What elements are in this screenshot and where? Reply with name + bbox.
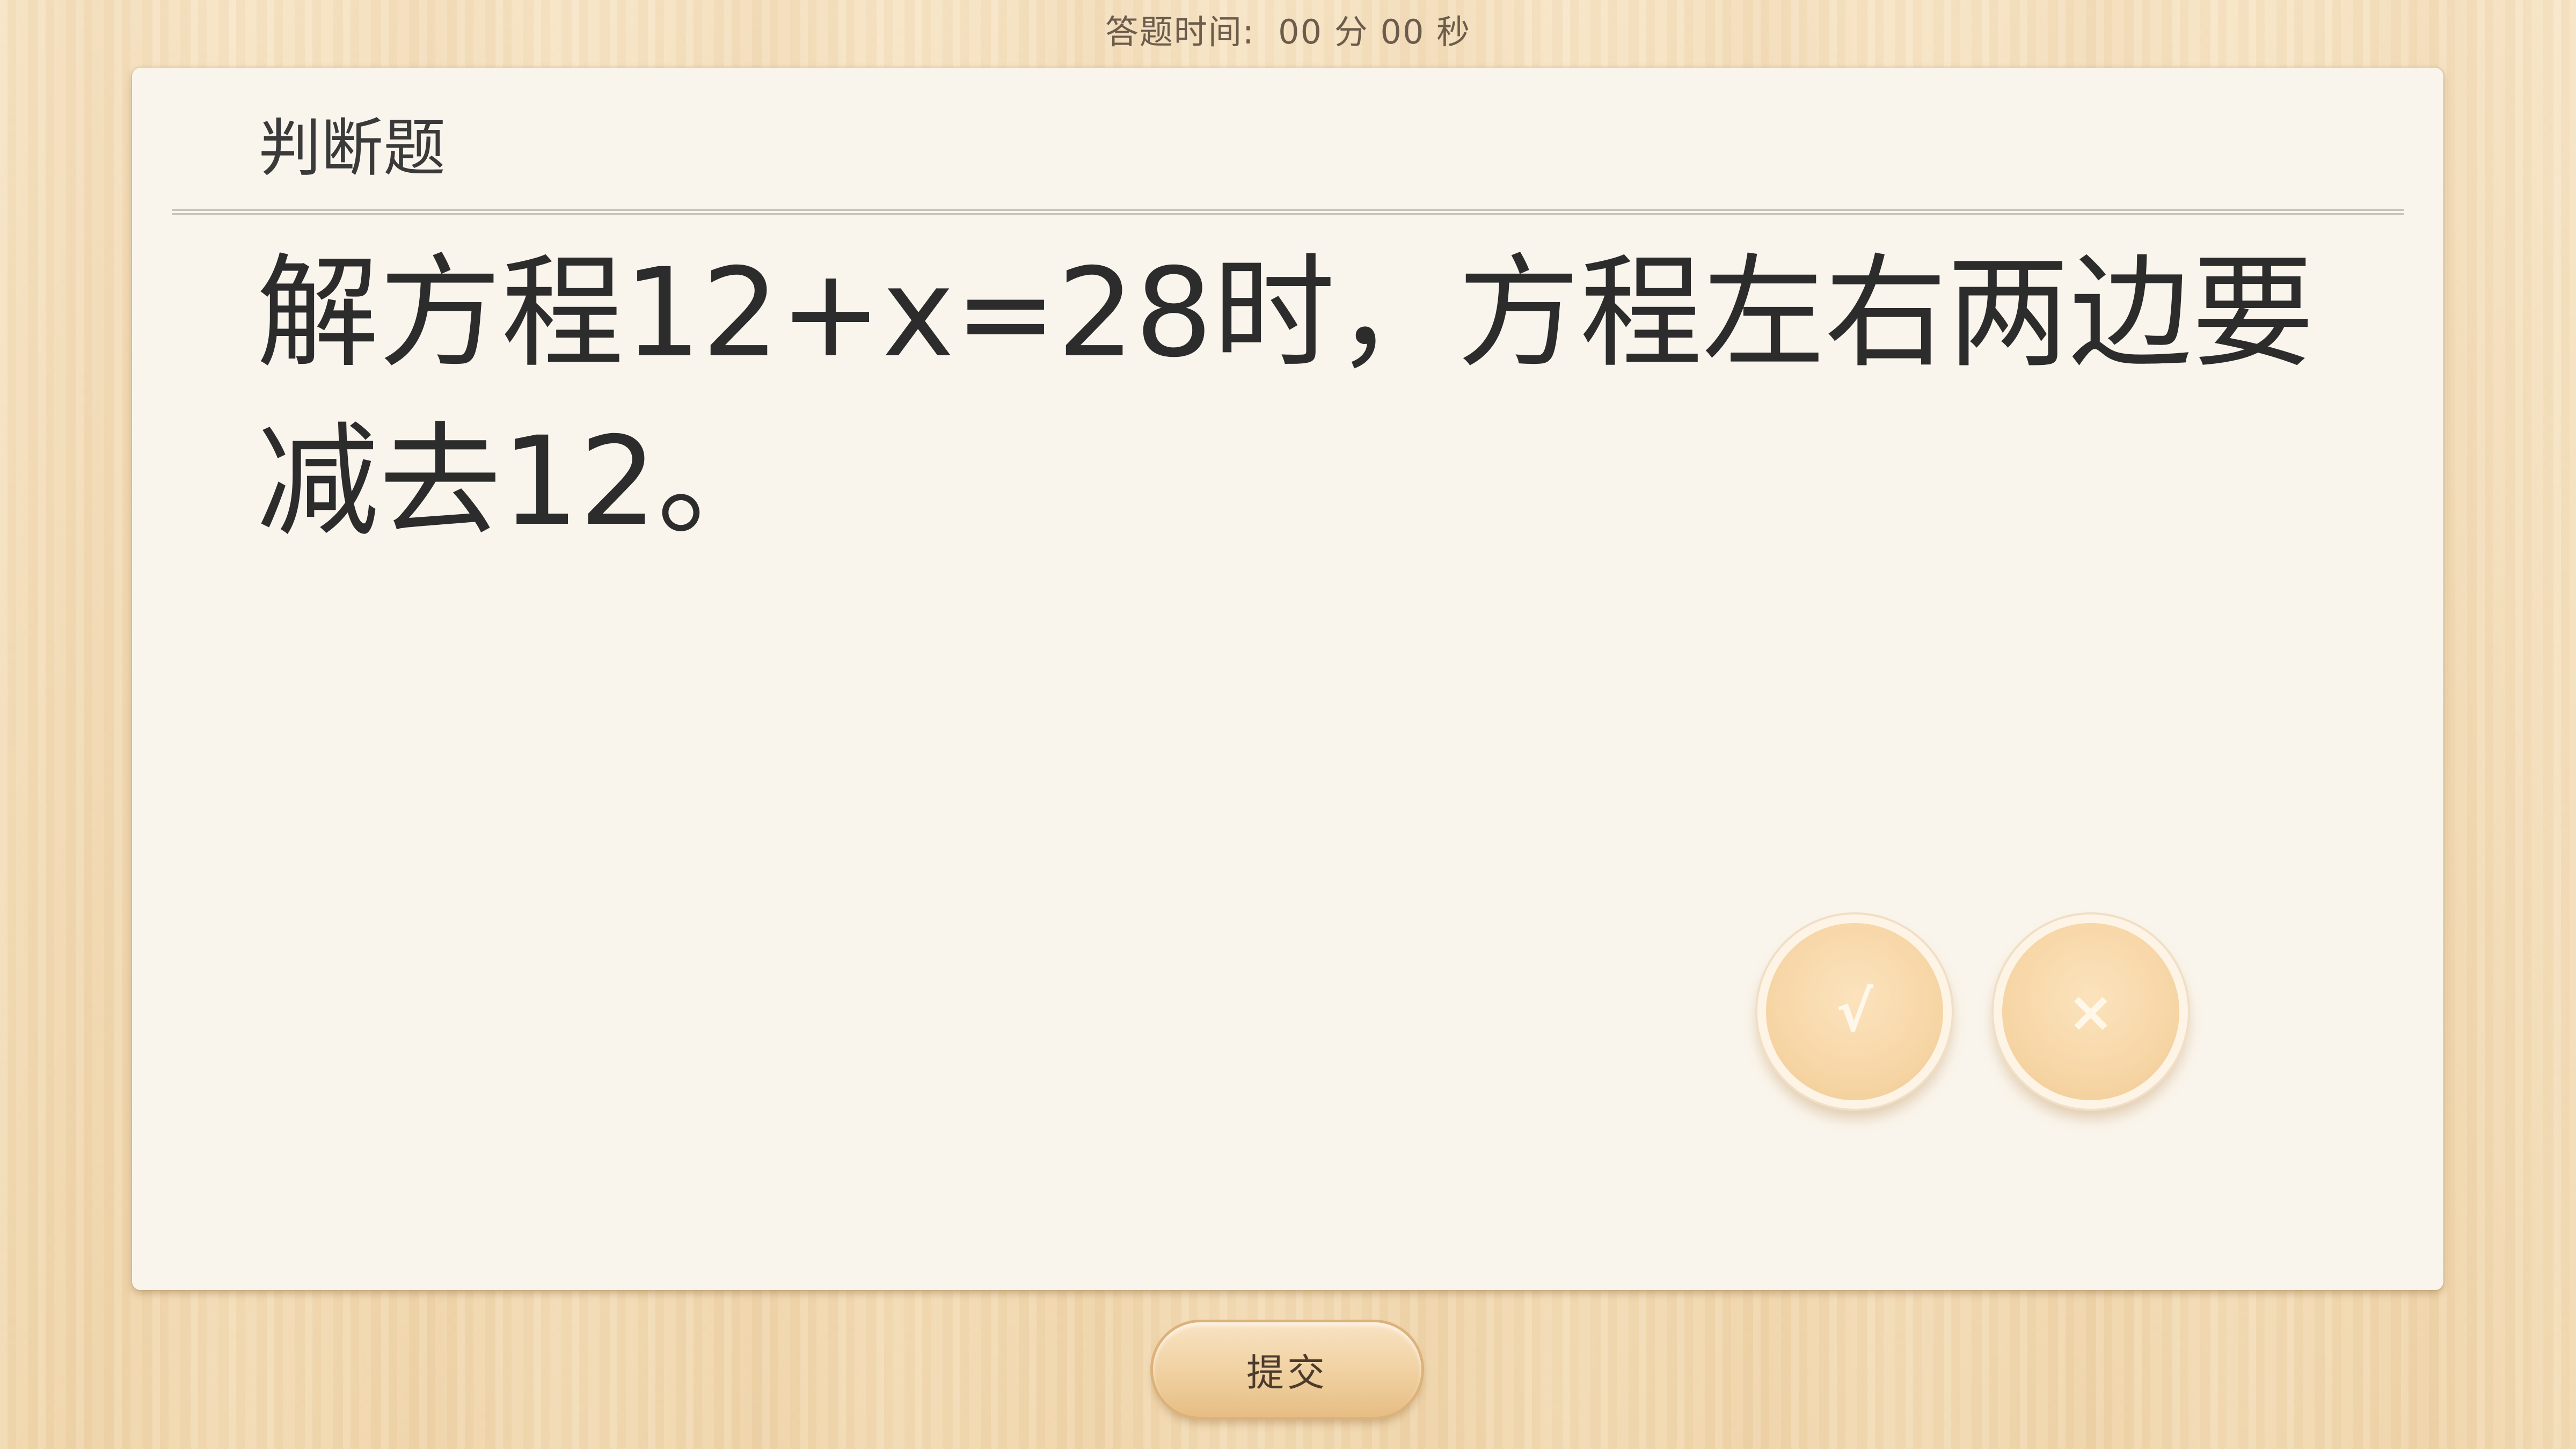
answer-timer: 答题时间: 00 分 00 秒: [0, 11, 2576, 54]
submit-label: 提交: [1246, 1350, 1328, 1395]
question-text: 解方程12+x=28时，方程左右两边要减去12。: [257, 241, 2315, 553]
check-icon: √: [1836, 979, 1873, 1044]
false-button[interactable]: ×: [2002, 923, 2179, 1100]
timer-minutes: 00: [1278, 12, 1323, 52]
true-button[interactable]: √: [1766, 923, 1943, 1100]
cross-icon: ×: [2067, 979, 2114, 1044]
question-card: 判断题 解方程12+x=28时，方程左右两边要减去12。: [132, 68, 2443, 1290]
header-divider: [172, 209, 2404, 215]
question-type-label: 判断题: [259, 112, 446, 185]
timer-seconds: 00: [1380, 12, 1425, 52]
timer-seconds-unit: 秒: [1436, 12, 1471, 52]
timer-minutes-unit: 分: [1334, 12, 1369, 52]
submit-button[interactable]: 提交: [1153, 1322, 1421, 1417]
timer-label: 答题时间:: [1105, 12, 1255, 52]
